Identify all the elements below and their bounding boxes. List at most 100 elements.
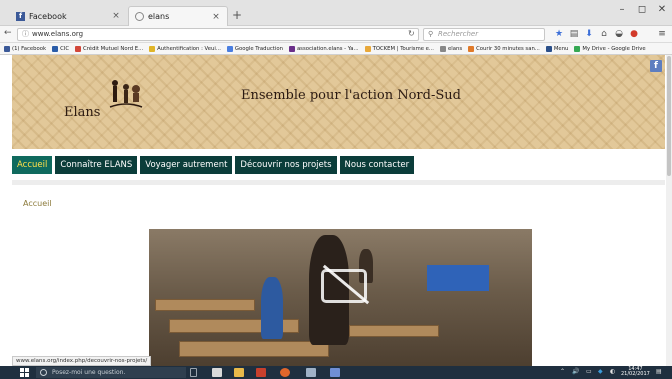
bookmark-item[interactable]: Menu <box>545 45 569 52</box>
window-close-button[interactable]: ✕ <box>652 4 672 15</box>
bookmark-item[interactable]: (1) Facebook <box>4 45 47 52</box>
cortana-placeholder: Posez-moi une question. <box>52 369 126 376</box>
menu-hamburger-icon[interactable]: ≡ <box>656 29 668 39</box>
bookmark-favicon-icon <box>574 45 581 52</box>
search-placeholder: Rechercher <box>438 30 479 38</box>
bookmark-item[interactable]: My Drive - Google Drive <box>574 45 646 52</box>
windows-taskbar: Posez-moi une question. ⌃ 🔊 ▭ ◆ ◐ 14:47 … <box>0 366 672 379</box>
info-icon[interactable]: ⓘ <box>22 29 29 40</box>
firefox-icon[interactable] <box>280 368 290 377</box>
bookmark-label: Crédit Mutuel Nord E... <box>83 45 144 52</box>
photos-app-icon[interactable] <box>330 368 340 377</box>
breadcrumb: Accueil <box>23 199 52 208</box>
close-icon[interactable]: × <box>211 12 221 22</box>
task-view-icon[interactable] <box>212 368 222 377</box>
bookmarks-bar: (1) Facebook CIC Crédit Mutuel Nord E... Au… <box>0 43 672 55</box>
language-icon[interactable]: ◐ <box>610 368 615 375</box>
extension-icon[interactable]: ● <box>628 29 640 39</box>
menu-item-accueil[interactable]: Accueil <box>12 156 53 174</box>
pocket-icon[interactable]: ◒ <box>613 29 625 39</box>
bookmark-label: Menu <box>553 45 569 52</box>
site-title: Ensemble pour l'action Nord-Sud <box>241 88 461 103</box>
bookmark-label: CIC <box>60 45 70 52</box>
bookmark-favicon-icon <box>149 45 156 52</box>
bookmark-favicon-icon <box>226 45 233 52</box>
student-figure <box>261 277 283 339</box>
maximize-button[interactable]: ◻ <box>632 4 652 15</box>
desk <box>155 299 255 311</box>
bookmark-label: TOCKEM | Tourisme e... <box>372 45 434 52</box>
bookmark-label: Authentification : Veui... <box>157 45 221 52</box>
tray-up-arrow-icon[interactable]: ⌃ <box>560 368 565 375</box>
blue-tablecloth <box>427 265 489 291</box>
bookmark-label: Courir 30 minutes san... <box>476 45 540 52</box>
bookmark-favicon-icon <box>288 45 295 52</box>
cortana-icon <box>40 369 47 376</box>
clipboard-icon[interactable]: ▤ <box>568 29 580 39</box>
bookmark-star-icon[interactable]: ★ <box>553 29 565 39</box>
menu-item-nous-contacter[interactable]: Nous contacter <box>339 156 415 174</box>
windows-start-icon[interactable] <box>20 368 29 377</box>
bookmark-label: (1) Facebook <box>12 45 47 52</box>
calculator-icon[interactable] <box>306 368 316 377</box>
desk <box>349 325 439 337</box>
site-logo[interactable]: Elans <box>50 69 160 139</box>
bookmark-item[interactable]: Google Traduction <box>226 45 283 52</box>
bookmark-favicon-icon <box>468 45 475 52</box>
figures-logo-icon <box>109 80 143 108</box>
volume-icon[interactable]: 🔊 <box>572 368 579 375</box>
file-explorer-icon[interactable] <box>234 368 244 377</box>
url-field[interactable]: ⓘ www.elans.org <box>17 28 419 41</box>
bookmark-item[interactable]: TOCKEM | Tourisme e... <box>364 45 434 52</box>
facebook-icon: f <box>16 11 25 21</box>
taskbar-clock[interactable]: 14:47 21/02/2017 <box>621 367 650 377</box>
notifications-icon[interactable]: ▤ <box>656 368 662 375</box>
globe-icon <box>135 12 144 21</box>
bookmark-favicon-icon <box>364 45 371 52</box>
close-icon[interactable]: × <box>111 11 121 21</box>
main-menu: Accueil Connaître ELANS Voyager autremen… <box>12 156 415 174</box>
pdf-app-icon[interactable] <box>256 368 266 377</box>
bookmark-favicon-icon <box>439 45 446 52</box>
back-arrow-icon[interactable]: ← <box>4 28 12 38</box>
hero-photo <box>149 229 532 366</box>
desk <box>179 341 329 357</box>
microphone-icon[interactable] <box>190 368 197 377</box>
bookmark-favicon-icon <box>545 45 552 52</box>
menu-item-voyager-autrement[interactable]: Voyager autrement <box>140 156 233 174</box>
divider <box>12 180 665 185</box>
search-input[interactable]: ⚲ Rechercher <box>423 28 545 41</box>
bookmark-item[interactable]: Crédit Mutuel Nord E... <box>75 45 144 52</box>
new-tab-button[interactable]: + <box>232 8 242 22</box>
tab-facebook[interactable]: f Facebook × <box>10 6 127 26</box>
network-icon[interactable]: ▭ <box>586 368 592 375</box>
tab-elans[interactable]: elans × <box>128 6 228 26</box>
home-icon[interactable]: ⌂ <box>598 29 610 39</box>
bookmark-item[interactable]: elans <box>439 45 462 52</box>
download-icon[interactable]: ⬇ <box>583 29 595 39</box>
dropbox-icon[interactable]: ◆ <box>598 368 603 375</box>
bookmark-item[interactable]: association.elans - Ya... <box>288 45 359 52</box>
bookmark-favicon-icon <box>4 45 10 52</box>
logo-text: Elans <box>64 105 101 120</box>
status-url: www.elans.org/index.php/decouvrir-nos-pr… <box>12 356 152 366</box>
tab-bar: f Facebook × elans × + – ◻ ✕ <box>0 0 672 26</box>
bookmark-item[interactable]: Authentification : Veui... <box>149 45 221 52</box>
site-header-banner: Elans Ensemble pour l'action Nord-Sud f <box>12 55 665 149</box>
bookmark-label: Google Traduction <box>234 45 283 52</box>
cortana-search-input[interactable]: Posez-moi une question. <box>36 367 186 378</box>
bookmark-item[interactable]: Courir 30 minutes san... <box>468 45 540 52</box>
bookmark-item[interactable]: CIC <box>52 45 70 52</box>
bookmark-favicon-icon <box>75 45 82 52</box>
scrollbar-thumb[interactable] <box>667 56 671 176</box>
minimize-button[interactable]: – <box>612 4 632 15</box>
tab-title: Facebook <box>29 11 67 21</box>
facebook-link-icon[interactable]: f <box>650 60 662 72</box>
bookmark-label: association.elans - Ya... <box>296 45 359 52</box>
reload-icon[interactable]: ↻ <box>408 29 415 38</box>
menu-item-connaitre-elans[interactable]: Connaître ELANS <box>55 156 138 174</box>
browser-window: { "browser": { "tabs": [ {"title": "Face… <box>0 0 672 379</box>
menu-item-decouvrir-projets[interactable]: Découvrir nos projets <box>235 156 337 174</box>
clock-date: 21/02/2017 <box>621 371 650 377</box>
bookmark-label: My Drive - Google Drive <box>582 45 646 52</box>
